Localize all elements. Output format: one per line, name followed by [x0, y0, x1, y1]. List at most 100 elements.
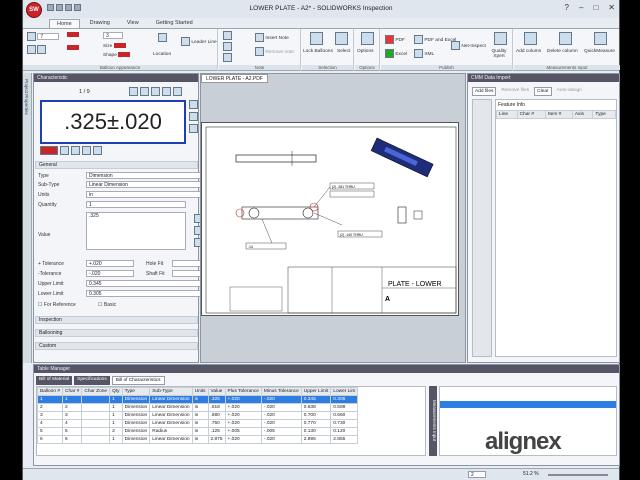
tool-icon[interactable]	[71, 146, 80, 155]
refresh-icon[interactable]	[173, 87, 182, 96]
add-files-button[interactable]: Add files	[472, 87, 497, 96]
tool-icon[interactable]	[82, 146, 91, 155]
lock-balloons-icon[interactable]	[310, 32, 323, 45]
table-cell[interactable]: Linear Dimension	[149, 435, 193, 444]
table-cell[interactable]: 3	[37, 411, 64, 420]
text-color-swatch[interactable]	[67, 45, 79, 50]
table-cell[interactable]: +.005	[224, 427, 262, 436]
table-cell[interactable]: Dimension	[121, 411, 151, 420]
minus-tol-field[interactable]: -.020	[86, 270, 134, 277]
table-row[interactable]: 6 6 1 Dimension Linear Dimension in 2.875 +.020…	[37, 435, 359, 444]
excel-button[interactable]: Excel	[395, 52, 407, 57]
measurements-input-tab[interactable]: Measurements Input	[429, 386, 437, 456]
table-cell[interactable]: Dimension	[121, 395, 151, 404]
table-cell[interactable]: Dimension	[121, 419, 151, 428]
table-cell[interactable]: 1	[109, 395, 123, 404]
remove-files-button[interactable]: Remove files	[499, 87, 531, 96]
tab-view[interactable]: View	[120, 19, 146, 28]
table-cell[interactable]: -.020	[260, 395, 302, 404]
column-header[interactable]: Char #	[516, 110, 547, 119]
column-header[interactable]: Item #	[545, 110, 573, 119]
table-cell[interactable]: +.020	[224, 411, 262, 420]
section-custom[interactable]: Custom	[35, 342, 198, 350]
shape-swatch[interactable]	[118, 52, 131, 57]
zoom-fit-icon[interactable]	[189, 124, 198, 133]
column-header[interactable]: Char #	[62, 387, 83, 396]
column-header[interactable]: Sub-Type	[149, 387, 193, 396]
table-cell[interactable]: 0.700	[300, 411, 332, 420]
units-select[interactable]: in	[86, 191, 214, 198]
leader-icon[interactable]	[181, 37, 190, 46]
delete-column-button[interactable]: Delete column	[547, 49, 578, 54]
selected-measurement-row[interactable]	[440, 401, 616, 408]
tab-home[interactable]: Home	[49, 19, 80, 28]
column-header[interactable]: Lower Lim	[330, 387, 359, 396]
table-cell[interactable]: in	[191, 403, 209, 412]
lock-balloons-button[interactable]: Lock Balloons	[303, 49, 333, 54]
table-cell[interactable]: 2.875	[207, 435, 226, 444]
quickmeasure-button[interactable]: QuickMeasure	[584, 49, 615, 54]
table-cell[interactable]: 2.895	[300, 435, 332, 444]
net-inspect-button[interactable]: Net-Inspect	[461, 44, 486, 49]
table-cell[interactable]: .618	[207, 403, 226, 412]
column-header[interactable]: Qty	[109, 387, 123, 396]
table-cell[interactable]: 4	[62, 419, 83, 428]
quantity-field[interactable]: 1	[86, 201, 186, 208]
table-cell[interactable]: 1	[62, 395, 83, 404]
table-row[interactable]: 5 5 2 Dimension Radius in .125 +.005 -.005 0.130 0…	[37, 427, 359, 436]
prev-icon[interactable]	[140, 87, 149, 96]
insert-note-button[interactable]: Insert Note	[265, 36, 288, 41]
project-properties-strip[interactable]: Project Properties	[23, 73, 32, 363]
help-icon[interactable]: ?	[565, 3, 569, 12]
next-icon[interactable]	[151, 87, 160, 96]
maximize-icon[interactable]: □	[593, 3, 598, 12]
table-cell[interactable]: 1	[37, 395, 64, 404]
table-cell[interactable]: +.020	[224, 403, 262, 412]
first-icon[interactable]	[129, 87, 138, 96]
table-cell[interactable]: 0.305	[330, 395, 359, 404]
quality-xpert-icon[interactable]	[494, 32, 507, 45]
quickmeasure-icon[interactable]	[594, 32, 607, 45]
column-header[interactable]: Plus Tolerance	[224, 387, 262, 396]
leader-line-label[interactable]: Leader Line	[191, 40, 216, 45]
table-cell[interactable]: Dimension	[121, 427, 151, 436]
type-select[interactable]: Dimension	[86, 172, 214, 179]
delete-column-icon[interactable]	[559, 32, 572, 45]
column-header[interactable]: Value	[207, 387, 226, 396]
table-cell[interactable]: in	[191, 411, 209, 420]
table-cell[interactable]: 0.660	[330, 411, 359, 420]
table-cell[interactable]: 0.730	[330, 419, 359, 428]
cmm-file-list[interactable]	[472, 99, 492, 357]
column-header[interactable]: Minus Tolerance	[260, 387, 302, 396]
column-header[interactable]: Type	[592, 110, 616, 119]
table-cell[interactable]: in	[191, 435, 209, 444]
gdt-icon[interactable]	[40, 146, 58, 155]
table-cell[interactable]: 0.770	[300, 419, 332, 428]
table-cell[interactable]: .325	[207, 395, 226, 404]
table-cell[interactable]: Linear Dimension	[149, 419, 193, 428]
table-cell[interactable]: Linear Dimension	[149, 395, 193, 404]
table-cell[interactable]: 6	[37, 435, 64, 444]
drawing-sheet[interactable]: (2) .281 THRU (2) .140 THRU .14 PLATE - …	[201, 122, 459, 316]
table-cell[interactable]	[81, 403, 111, 412]
tab-getting-started[interactable]: Getting Started	[149, 19, 200, 28]
table-cell[interactable]: -.005	[260, 427, 302, 436]
auto-assign-button[interactable]: Auto-assign	[555, 87, 584, 96]
lower-limit-field[interactable]: 0.305	[86, 290, 214, 297]
page-field[interactable]: 2	[468, 471, 486, 478]
column-header[interactable]: Axis	[571, 110, 594, 119]
table-cell[interactable]: 2	[37, 403, 64, 412]
fill-color-swatch[interactable]	[67, 32, 79, 37]
size-swatch[interactable]	[113, 43, 126, 48]
table-cell[interactable]: 1	[109, 411, 123, 420]
location-label[interactable]: Location	[153, 52, 171, 57]
table-cell[interactable]: 0.345	[300, 395, 332, 404]
table-cell[interactable]: .750	[207, 419, 226, 428]
table-cell[interactable]: Dimension	[121, 435, 151, 444]
column-header[interactable]: Balloon #	[37, 387, 64, 396]
xml-button[interactable]: XML	[424, 52, 434, 57]
pdf-button[interactable]: PDF	[395, 38, 405, 43]
quality-xpert-button[interactable]: Quality Xpert	[486, 49, 512, 59]
table-cell[interactable]: 0.130	[300, 427, 332, 436]
select-cursor-icon[interactable]	[335, 32, 348, 45]
